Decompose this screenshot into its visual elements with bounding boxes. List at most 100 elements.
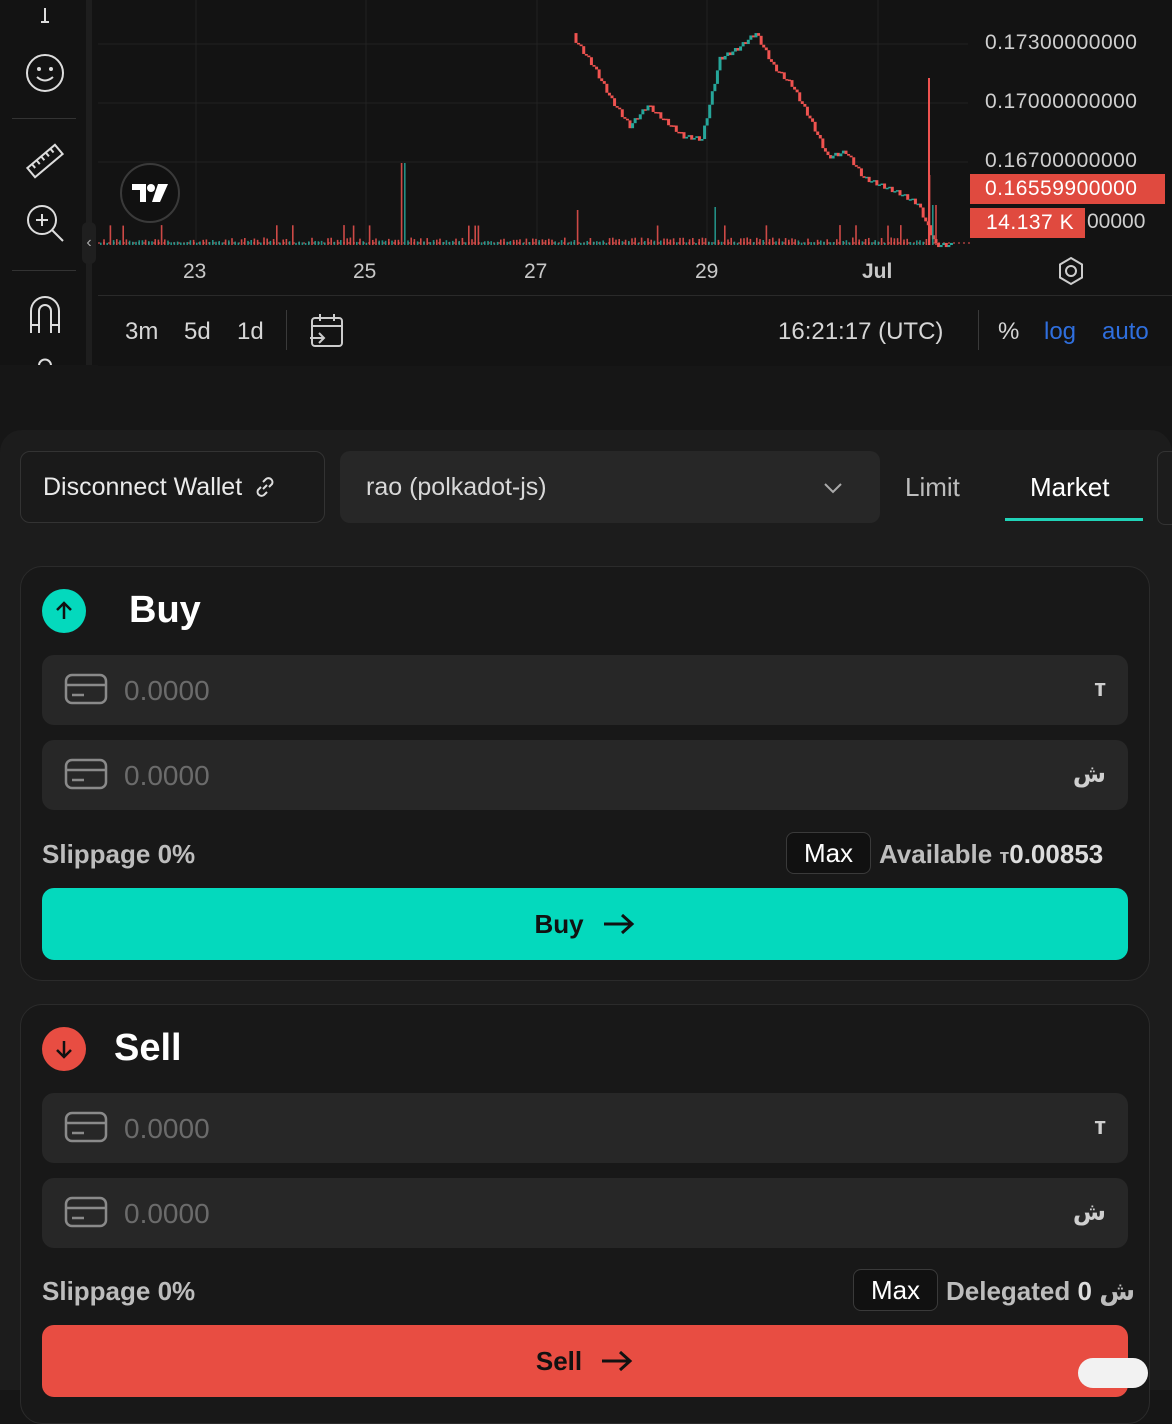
volume-bar: [564, 237, 566, 245]
wallet-account-value: rao (polkadot-js): [366, 472, 547, 501]
volume-bar: [740, 238, 742, 245]
volume-bar: [180, 242, 182, 245]
range-3m-button[interactable]: 3m: [125, 318, 158, 346]
volume-bar: [170, 242, 172, 245]
sell-submit-button[interactable]: Sell: [42, 1325, 1128, 1397]
sell-submit-label: Sell: [535, 1345, 583, 1376]
percent-scale-button[interactable]: %: [998, 318, 1019, 346]
sell-alpha-amount-input[interactable]: [122, 1178, 1026, 1250]
log-scale-button[interactable]: log: [1044, 318, 1076, 346]
volume-bar: [471, 239, 473, 245]
volume-bar: [701, 237, 704, 245]
volume-bar: [554, 241, 556, 245]
candle: [867, 176, 871, 183]
volume-bar: [381, 240, 384, 245]
volume-bar: [352, 225, 355, 245]
candle: [911, 198, 915, 201]
volume-bar: [618, 238, 620, 245]
candle: [654, 111, 658, 114]
delegated-label: Delegated: [946, 1276, 1071, 1306]
zoom-in-icon[interactable]: [22, 200, 68, 246]
volume-bar: [807, 238, 809, 245]
volume-bar: [416, 241, 419, 245]
volume-bar: [420, 238, 422, 245]
volume-bar: [557, 242, 560, 245]
volume-bar: [704, 238, 707, 245]
volume-bar: [698, 238, 700, 245]
candle: [919, 203, 923, 208]
volume-bar: [100, 242, 102, 245]
sell-alpha-amount-field[interactable]: ش: [42, 1178, 1128, 1250]
volume-bar: [452, 240, 454, 245]
candle: [705, 118, 709, 126]
volume-bar: [586, 240, 588, 245]
volume-bar: [900, 225, 902, 245]
cursor-tool-icon[interactable]: [22, 2, 68, 23]
utc-clock[interactable]: 16:21:17 (UTC): [778, 318, 943, 346]
volume-bar: [199, 241, 201, 245]
calendar-goto-icon[interactable]: [308, 312, 346, 350]
range-1d-button[interactable]: 1d: [237, 318, 264, 346]
candle: [643, 109, 647, 111]
volume-bar: [340, 240, 342, 245]
candle: [718, 56, 722, 71]
lock-icon[interactable]: [22, 352, 68, 365]
candle: [875, 180, 879, 186]
available-label: Available: [879, 839, 993, 869]
volume-bar: [317, 241, 320, 245]
buy-tao-amount-input[interactable]: [122, 655, 1026, 727]
chat-widget-button[interactable]: [1078, 1358, 1148, 1388]
tab-market[interactable]: Market: [1030, 472, 1109, 503]
volume-bar: [189, 240, 192, 245]
candle: [661, 118, 665, 121]
wallet-account-select[interactable]: rao (polkadot-js): [340, 451, 880, 523]
tab-limit[interactable]: Limit: [905, 472, 960, 503]
volume-bar: [810, 242, 812, 245]
buy-alpha-amount-input[interactable]: [122, 740, 1026, 812]
disconnect-wallet-button[interactable]: Disconnect Wallet: [20, 451, 325, 523]
volume-bar: [256, 239, 259, 245]
collapse-toolbar-button[interactable]: ‹: [82, 222, 96, 264]
volume-bar: [765, 225, 768, 245]
volume-bar: [116, 239, 118, 245]
sell-tao-amount-input[interactable]: [122, 1093, 1026, 1165]
volume-bar: [400, 163, 403, 245]
more-tabs-edge[interactable]: [1157, 451, 1172, 525]
volume-bar: [685, 242, 688, 245]
volume-bar: [314, 240, 316, 245]
card-icon: [64, 1196, 108, 1228]
volume-bar: [202, 239, 204, 245]
buy-submit-label: Buy: [534, 908, 584, 939]
sell-tao-amount-field[interactable]: т: [42, 1093, 1128, 1165]
buy-alpha-amount-field[interactable]: ش: [42, 740, 1128, 812]
volume-bar: [656, 225, 659, 245]
emoji-icon[interactable]: [22, 50, 68, 96]
tradingview-logo-icon[interactable]: [120, 163, 180, 223]
sell-title: Sell: [114, 1027, 182, 1069]
auto-scale-button[interactable]: auto: [1102, 318, 1149, 346]
volume-bar: [333, 241, 336, 245]
candle: [816, 131, 820, 135]
volume-bar: [288, 241, 291, 245]
volume-bar: [394, 239, 396, 245]
volume-bar: [192, 239, 195, 245]
ruler-icon[interactable]: [22, 138, 68, 184]
volume-bar: [279, 242, 281, 245]
candle: [646, 105, 650, 111]
magnet-icon[interactable]: [22, 292, 68, 338]
buy-submit-button[interactable]: Buy: [42, 888, 1128, 960]
volume-bar: [829, 242, 832, 245]
chart-settings-icon[interactable]: [1056, 256, 1086, 286]
volume-bar: [628, 240, 630, 245]
candle: [839, 153, 843, 157]
volume-bar: [727, 239, 729, 245]
buy-tao-amount-field[interactable]: т: [42, 655, 1128, 727]
buy-max-button[interactable]: Max: [786, 832, 871, 874]
range-5d-button[interactable]: 5d: [184, 318, 211, 346]
volume-bar: [439, 238, 441, 245]
candle: [641, 109, 645, 115]
sell-max-button[interactable]: Max: [853, 1269, 938, 1311]
volume-bar: [109, 225, 112, 245]
volume-bar: [784, 238, 787, 245]
candle: [697, 136, 701, 141]
